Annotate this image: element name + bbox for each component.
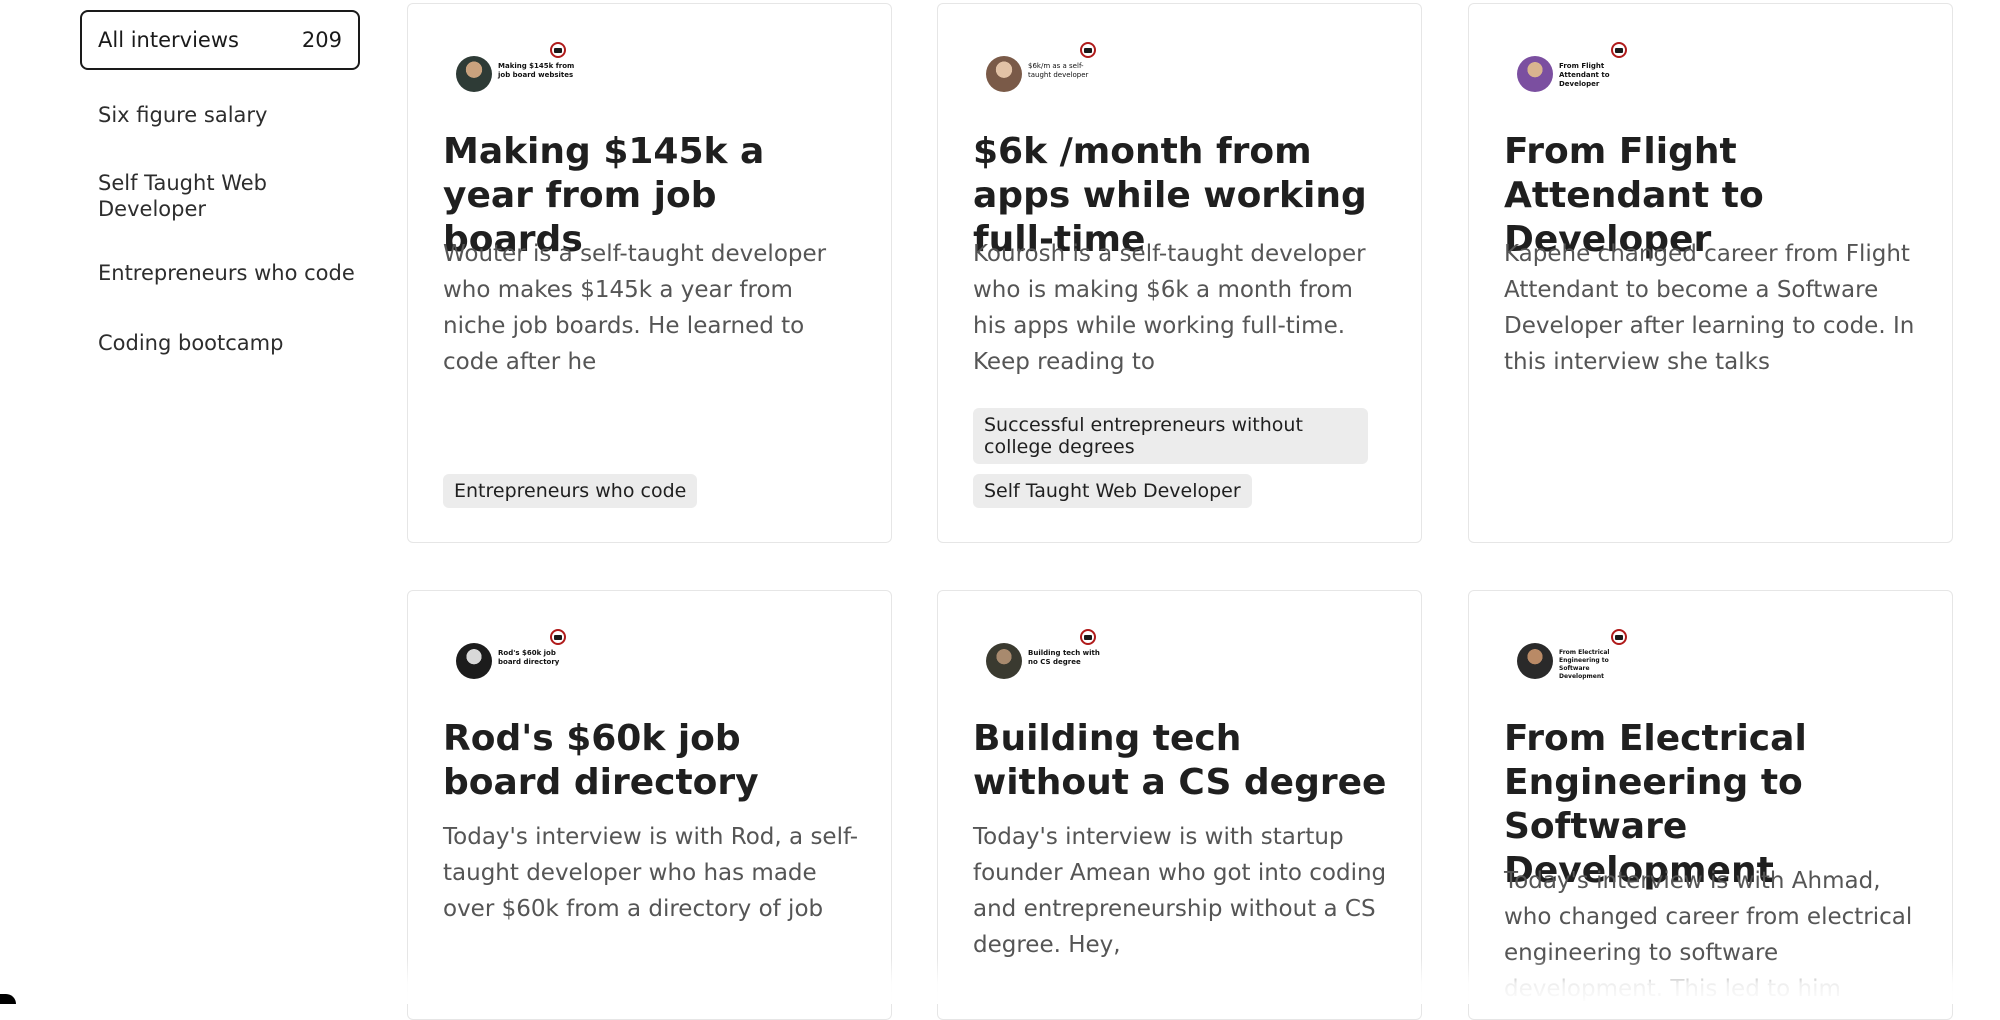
filter-six-figure-salary[interactable]: Six figure salary xyxy=(80,102,360,128)
card-thumbnail: $6k/m as a self-taught developer xyxy=(986,42,1106,102)
card-tags: Entrepreneurs who code xyxy=(443,464,856,508)
thumbnail-caption: From Flight Attendant to Developer xyxy=(1559,62,1610,88)
filter-all-label: All interviews xyxy=(98,28,239,52)
interview-card[interactable]: Rod's $60k job board directory Rod's $60… xyxy=(407,590,892,1020)
interview-card[interactable]: $6k/m as a self-taught developer $6k /mo… xyxy=(937,3,1422,543)
card-thumbnail: From Flight Attendant to Developer xyxy=(1517,42,1637,102)
graduation-cap-seal-icon xyxy=(550,42,566,58)
card-excerpt: Wouter is a self-taught developer who ma… xyxy=(443,241,827,375)
thumbnail-caption: From Electrical Engineering to Software … xyxy=(1559,649,1610,680)
avatar xyxy=(456,643,492,679)
card-thumbnail: From Electrical Engineering to Software … xyxy=(1517,629,1637,689)
thumbnail-caption: Making $145k from job board websites xyxy=(498,62,575,79)
avatar xyxy=(1517,643,1553,679)
avatar xyxy=(456,56,492,92)
tag-badge[interactable]: Successful entrepreneurs without college… xyxy=(973,408,1368,464)
filter-coding-bootcamp[interactable]: Coding bootcamp xyxy=(80,330,360,356)
card-excerpt: Kapehe changed career from Flight Attend… xyxy=(1504,241,1915,375)
card-thumbnail: Building tech with no CS degree xyxy=(986,629,1106,689)
avatar xyxy=(986,56,1022,92)
filter-all-interviews[interactable]: All interviews 209 xyxy=(80,10,360,70)
interview-filter-sidebar: All interviews 209 Six figure salary Sel… xyxy=(80,10,360,356)
graduation-cap-seal-icon xyxy=(1080,42,1096,58)
filter-all-count: 209 xyxy=(301,28,342,52)
filter-list: Six figure salary Self Taught Web Develo… xyxy=(80,102,360,356)
card-excerpt: Today's interview is with Ahmad, who cha… xyxy=(1504,868,1913,1002)
thumbnail-caption: $6k/m as a self-taught developer xyxy=(1028,62,1089,79)
thumbnail-caption: Building tech with no CS degree xyxy=(1028,649,1100,666)
interview-card[interactable]: From Flight Attendant to Developer From … xyxy=(1468,3,1953,543)
avatar xyxy=(986,643,1022,679)
card-tags: Successful entrepreneurs without college… xyxy=(973,398,1386,508)
card-excerpt: Kourosh is a self-taught developer who i… xyxy=(973,241,1366,375)
window-corner xyxy=(0,994,16,1004)
filter-self-taught-web-developer[interactable]: Self Taught Web Developer xyxy=(80,170,298,222)
tag-badge[interactable]: Self Taught Web Developer xyxy=(973,474,1252,508)
interview-card[interactable]: From Electrical Engineering to Software … xyxy=(1468,590,1953,1020)
graduation-cap-seal-icon xyxy=(550,629,566,645)
card-excerpt: Today's interview is with startup founde… xyxy=(973,824,1387,958)
card-title[interactable]: Rod's $60k job board directory xyxy=(443,717,866,805)
thumbnail-caption: Rod's $60k job board directory xyxy=(498,649,560,666)
card-title[interactable]: Building tech without a CS degree xyxy=(973,717,1396,805)
interview-card[interactable]: Making $145k from job board websites Mak… xyxy=(407,3,892,543)
graduation-cap-seal-icon xyxy=(1611,629,1627,645)
graduation-cap-seal-icon xyxy=(1080,629,1096,645)
card-excerpt: Today's interview is with Rod, a self-ta… xyxy=(443,824,859,922)
tag-badge[interactable]: Entrepreneurs who code xyxy=(443,474,698,508)
graduation-cap-seal-icon xyxy=(1611,42,1627,58)
interview-card[interactable]: Building tech with no CS degree Building… xyxy=(937,590,1422,1020)
filter-entrepreneurs-who-code[interactable]: Entrepreneurs who code xyxy=(80,260,360,286)
card-thumbnail: Rod's $60k job board directory xyxy=(456,629,576,689)
avatar xyxy=(1517,56,1553,92)
card-thumbnail: Making $145k from job board websites xyxy=(456,42,576,102)
